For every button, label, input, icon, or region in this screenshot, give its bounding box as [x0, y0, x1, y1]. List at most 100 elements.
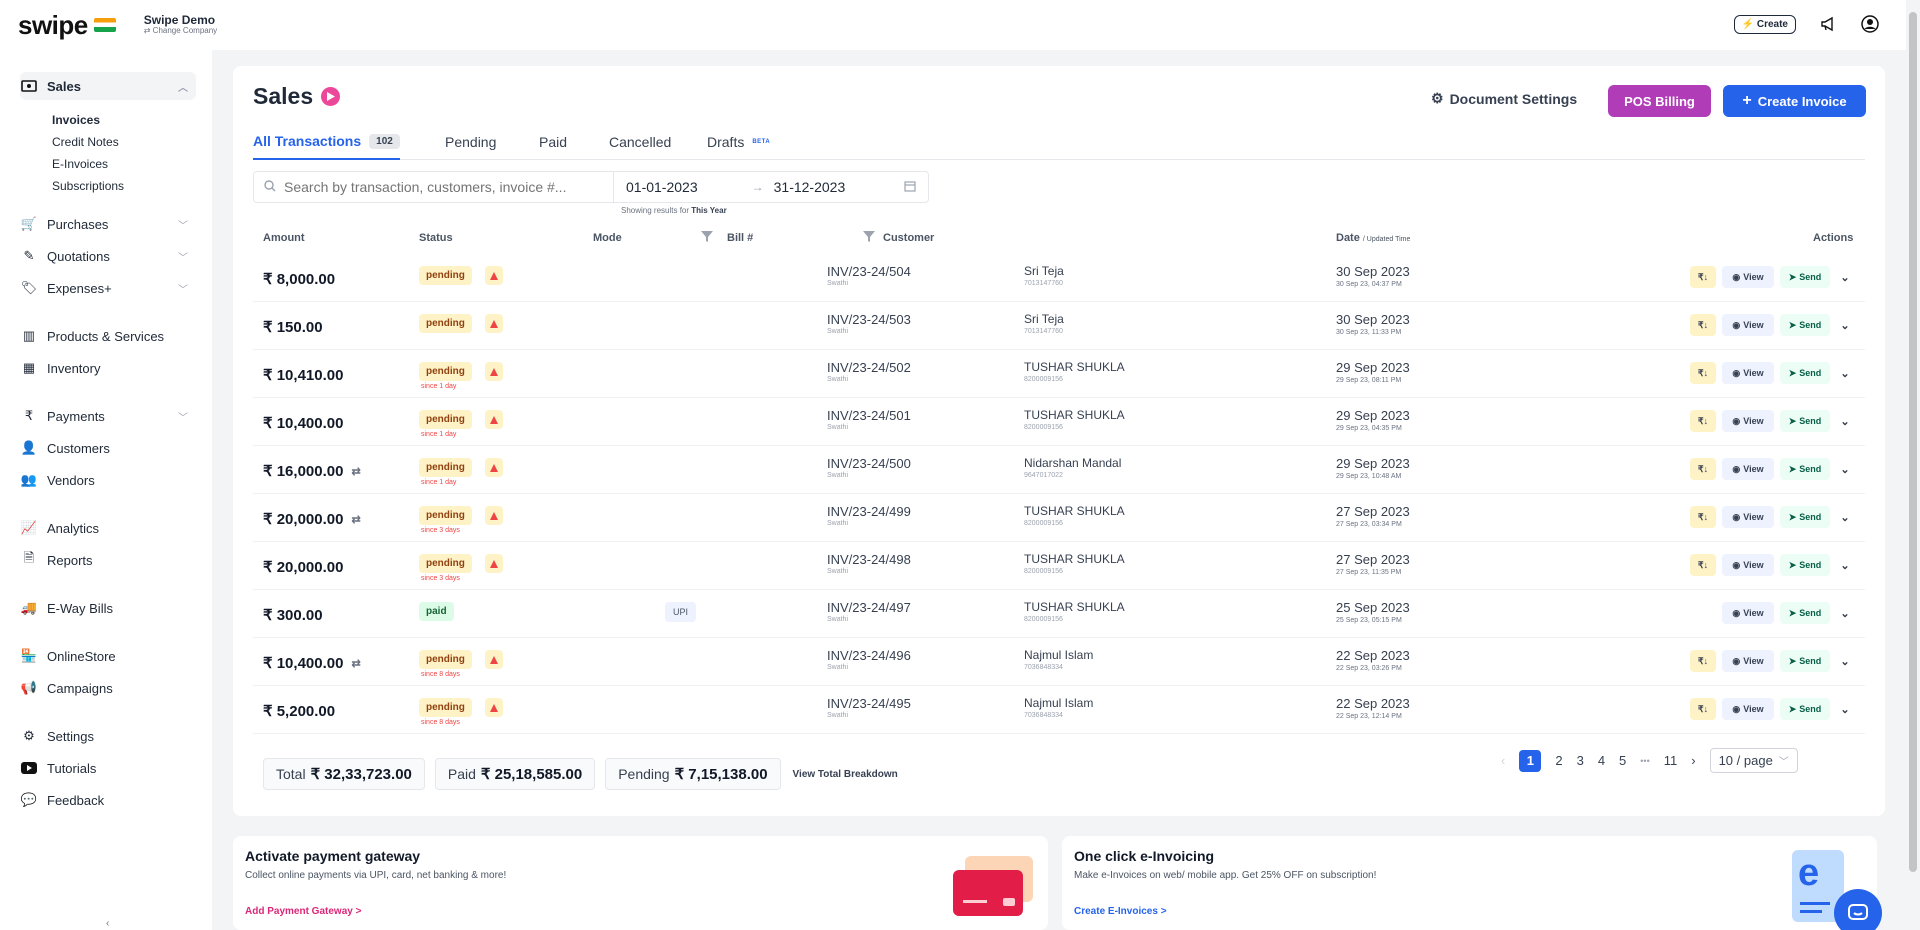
chevron-down-icon[interactable]: ⌄: [1838, 602, 1852, 624]
header-customer[interactable]: Customer: [883, 232, 934, 244]
view-button[interactable]: ◉ View: [1722, 506, 1774, 528]
customer-cell[interactable]: Sri Teja 7013147760: [1024, 264, 1064, 287]
table-row[interactable]: ₹ 5,200.00 pending since 8 days INV/23-2…: [253, 686, 1865, 734]
company-switcher[interactable]: Swipe Demo ⇄ Change Company: [144, 13, 217, 36]
page-4[interactable]: 4: [1598, 753, 1605, 768]
create-button[interactable]: ⚡ Create: [1733, 14, 1796, 34]
chevron-down-icon[interactable]: ⌄: [1838, 314, 1852, 336]
sidebar-sub-e-invoices[interactable]: E-Invoices: [52, 157, 108, 171]
record-payment-button[interactable]: ₹↓: [1690, 362, 1716, 384]
page-5[interactable]: 5: [1619, 753, 1626, 768]
prev-page-icon[interactable]: ‹: [1501, 753, 1505, 768]
page-scrollbar[interactable]: [1906, 0, 1920, 930]
send-button[interactable]: ➤ Send: [1780, 266, 1830, 288]
next-page-icon[interactable]: ›: [1691, 753, 1695, 768]
chevron-down-icon[interactable]: ⌄: [1838, 266, 1852, 288]
sidebar-item-settings[interactable]: ⚙ Settings: [20, 722, 196, 750]
bill-cell[interactable]: INV/23-24/496 Swathi: [827, 648, 911, 671]
record-payment-button[interactable]: ₹↓: [1690, 554, 1716, 576]
sidebar-item-analytics[interactable]: 📈 Analytics: [20, 514, 196, 542]
search-input[interactable]: [284, 179, 604, 195]
tab-cancelled[interactable]: Cancelled: [609, 124, 671, 160]
chevron-down-icon[interactable]: ⌄: [1838, 554, 1852, 576]
sidebar-sub-credit-notes[interactable]: Credit Notes: [52, 135, 119, 149]
megaphone-icon[interactable]: [1818, 14, 1838, 34]
customer-cell[interactable]: TUSHAR SHUKLA 8200009156: [1024, 360, 1125, 383]
bill-cell[interactable]: INV/23-24/504 Swathi: [827, 264, 911, 287]
header-amount[interactable]: Amount: [263, 232, 305, 244]
create-invoice-button[interactable]: + Create Invoice: [1723, 85, 1866, 117]
chevron-down-icon[interactable]: ⌄: [1838, 506, 1852, 528]
sidebar-sub-subscriptions[interactable]: Subscriptions: [52, 179, 124, 193]
scroll-thumb[interactable]: [1909, 12, 1917, 872]
bill-cell[interactable]: INV/23-24/501 Swathi: [827, 408, 911, 431]
table-row[interactable]: ₹ 16,000.00 ⇄ pending since 1 day INV/23-…: [253, 446, 1865, 494]
customer-cell[interactable]: Najmul Islam 7036848334: [1024, 648, 1093, 671]
chevron-down-icon[interactable]: ⌄: [1838, 698, 1852, 720]
send-button[interactable]: ➤ Send: [1780, 410, 1830, 432]
sidebar-item-feedback[interactable]: 💬 Feedback: [20, 786, 196, 814]
chevron-down-icon[interactable]: ⌄: [1838, 410, 1852, 432]
page-1[interactable]: 1: [1519, 749, 1542, 772]
send-button[interactable]: ➤ Send: [1780, 554, 1830, 576]
header-bill[interactable]: Bill #: [727, 232, 753, 244]
header-date[interactable]: Date / Updated Time: [1336, 232, 1410, 244]
view-total-breakdown-link[interactable]: View Total Breakdown: [793, 769, 898, 780]
view-button[interactable]: ◉ View: [1722, 410, 1774, 432]
view-button[interactable]: ◉ View: [1722, 698, 1774, 720]
page-11[interactable]: 11: [1664, 753, 1678, 768]
tab-paid[interactable]: Paid: [539, 124, 567, 160]
view-button[interactable]: ◉ View: [1722, 602, 1774, 624]
table-row[interactable]: ₹ 10,400.00 pending since 1 day INV/23-2…: [253, 398, 1865, 446]
send-button[interactable]: ➤ Send: [1780, 458, 1830, 480]
view-button[interactable]: ◉ View: [1722, 314, 1774, 336]
sidebar-item-campaigns[interactable]: 📢 Campaigns: [20, 674, 196, 702]
bill-cell[interactable]: INV/23-24/500 Swathi: [827, 456, 911, 479]
record-payment-button[interactable]: ₹↓: [1690, 266, 1716, 288]
customer-cell[interactable]: Sri Teja 7013147760: [1024, 312, 1064, 335]
record-payment-button[interactable]: ₹↓: [1690, 458, 1716, 480]
chat-support-icon[interactable]: [1834, 889, 1882, 930]
alert-icon[interactable]: [485, 698, 503, 717]
send-button[interactable]: ➤ Send: [1780, 314, 1830, 336]
user-avatar-icon[interactable]: [1860, 14, 1880, 34]
change-company-link[interactable]: ⇄ Change Company: [144, 26, 217, 36]
sidebar-item-expenses[interactable]: 🏷 Expenses+ ﹀: [20, 274, 196, 302]
sidebar-item-reports[interactable]: 🗎 Reports: [20, 546, 196, 574]
table-row[interactable]: ₹ 10,400.00 ⇄ pending since 8 days INV/23…: [253, 638, 1865, 686]
view-button[interactable]: ◉ View: [1722, 266, 1774, 288]
customer-cell[interactable]: Najmul Islam 7036848334: [1024, 696, 1093, 719]
calendar-icon[interactable]: [904, 180, 916, 195]
bill-cell[interactable]: INV/23-24/498 Swathi: [827, 552, 911, 575]
filter-bill-icon[interactable]: [863, 231, 875, 245]
send-button[interactable]: ➤ Send: [1780, 698, 1830, 720]
record-payment-button[interactable]: ₹↓: [1690, 506, 1716, 528]
table-row[interactable]: ₹ 10,410.00 pending since 1 day INV/23-2…: [253, 350, 1865, 398]
page-2[interactable]: 2: [1555, 753, 1562, 768]
play-video-icon[interactable]: [321, 87, 341, 106]
customer-cell[interactable]: TUSHAR SHUKLA 8200009156: [1024, 552, 1125, 575]
sidebar-item-products[interactable]: ▥ Products & Services: [20, 322, 196, 350]
document-settings-button[interactable]: ⚙ Document Settings: [1431, 90, 1577, 107]
swipe-logo[interactable]: swipe: [18, 10, 116, 41]
add-payment-gateway-link[interactable]: Add Payment Gateway >: [245, 906, 361, 917]
sidebar-item-customers[interactable]: 👤 Customers: [20, 434, 196, 462]
page-ellipsis[interactable]: •••: [1640, 756, 1649, 766]
alert-icon[interactable]: [485, 458, 503, 477]
record-payment-button[interactable]: ₹↓: [1690, 314, 1716, 336]
view-button[interactable]: ◉ View: [1722, 554, 1774, 576]
filter-mode-icon[interactable]: [701, 231, 713, 245]
sidebar-item-eway-bills[interactable]: 🚚 E-Way Bills: [20, 594, 196, 622]
pos-billing-button[interactable]: POS Billing: [1608, 85, 1711, 117]
view-button[interactable]: ◉ View: [1722, 650, 1774, 672]
send-button[interactable]: ➤ Send: [1780, 602, 1830, 624]
chevron-down-icon[interactable]: ⌄: [1838, 650, 1852, 672]
alert-icon[interactable]: [485, 266, 503, 285]
sidebar-item-sales[interactable]: Sales ︿: [20, 72, 196, 100]
tab-drafts[interactable]: Drafts BETA: [707, 124, 770, 160]
record-payment-button[interactable]: ₹↓: [1690, 698, 1716, 720]
sidebar-item-vendors[interactable]: 👥 Vendors: [20, 466, 196, 494]
table-row[interactable]: ₹ 20,000.00 pending since 3 days INV/23-…: [253, 542, 1865, 590]
sidebar-item-tutorials[interactable]: Tutorials: [20, 754, 196, 782]
record-payment-button[interactable]: ₹↓: [1690, 650, 1716, 672]
